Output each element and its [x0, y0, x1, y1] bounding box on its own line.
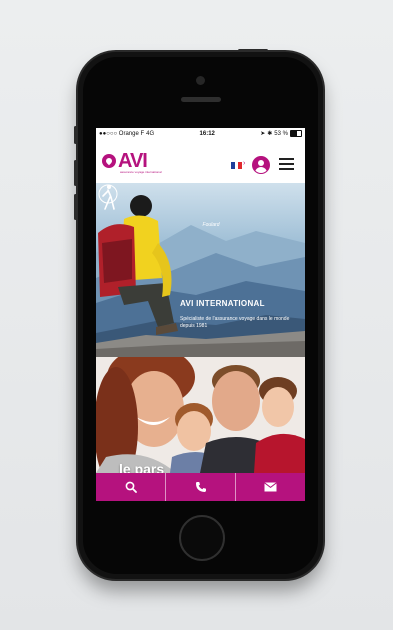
power-button — [238, 49, 268, 52]
carrier-label: ●●○○○ Orange F — [99, 130, 145, 137]
logo-heart-icon — [102, 154, 116, 168]
network-label: 4G — [146, 130, 155, 137]
hero-banner[interactable]: Foulard AVI INTERNATIONAL Spécialiste de… — [96, 183, 305, 357]
phone-icon — [195, 482, 206, 492]
earpiece-speaker — [181, 97, 221, 102]
family-photo-image — [96, 357, 305, 473]
battery-percent: 53 % — [274, 130, 288, 137]
bottom-action-bar — [96, 473, 305, 501]
front-camera — [196, 76, 205, 85]
email-button[interactable] — [236, 473, 305, 501]
location-icon: ➤ — [260, 131, 266, 137]
user-icon[interactable] — [252, 156, 270, 174]
hero-title: AVI INTERNATIONAL — [180, 299, 265, 308]
chevron-right-icon[interactable]: › — [243, 160, 245, 167]
logo-tagline: assurance voyage international — [120, 170, 162, 174]
search-icon — [125, 481, 137, 493]
bluetooth-icon: ✱ — [267, 131, 273, 137]
status-time: 16:12 — [199, 130, 215, 137]
foulard-badge-label: Foulard — [202, 222, 220, 228]
foulard-hiker-icon — [98, 184, 118, 210]
volume-down-button — [74, 194, 77, 220]
phone-screen: ●●○○○ Orange F 4G 16:12 ➤ ✱ 53 % AVI ass… — [96, 128, 305, 501]
avi-logo[interactable]: AVI — [102, 150, 148, 172]
mute-switch — [74, 126, 77, 144]
call-button[interactable] — [166, 473, 236, 501]
hero-description: Spécialiste de l'assurance voyage dans l… — [180, 316, 290, 329]
family-banner-text: le pars — [119, 461, 165, 473]
mountain-landscape-image — [96, 195, 305, 357]
family-promo-banner[interactable]: le pars — [96, 357, 305, 473]
volume-up-button — [74, 160, 77, 186]
mail-icon — [264, 482, 277, 492]
battery-icon — [289, 130, 302, 137]
status-bar: ●●○○○ Orange F 4G 16:12 ➤ ✱ 53 % — [96, 128, 305, 139]
site-header: AVI assurance voyage international › — [96, 139, 305, 183]
fr-flag-icon[interactable] — [231, 162, 243, 169]
logo-text: AVI — [118, 150, 148, 172]
home-button[interactable] — [179, 515, 225, 561]
search-button[interactable] — [96, 473, 166, 501]
hamburger-icon[interactable] — [279, 158, 294, 171]
